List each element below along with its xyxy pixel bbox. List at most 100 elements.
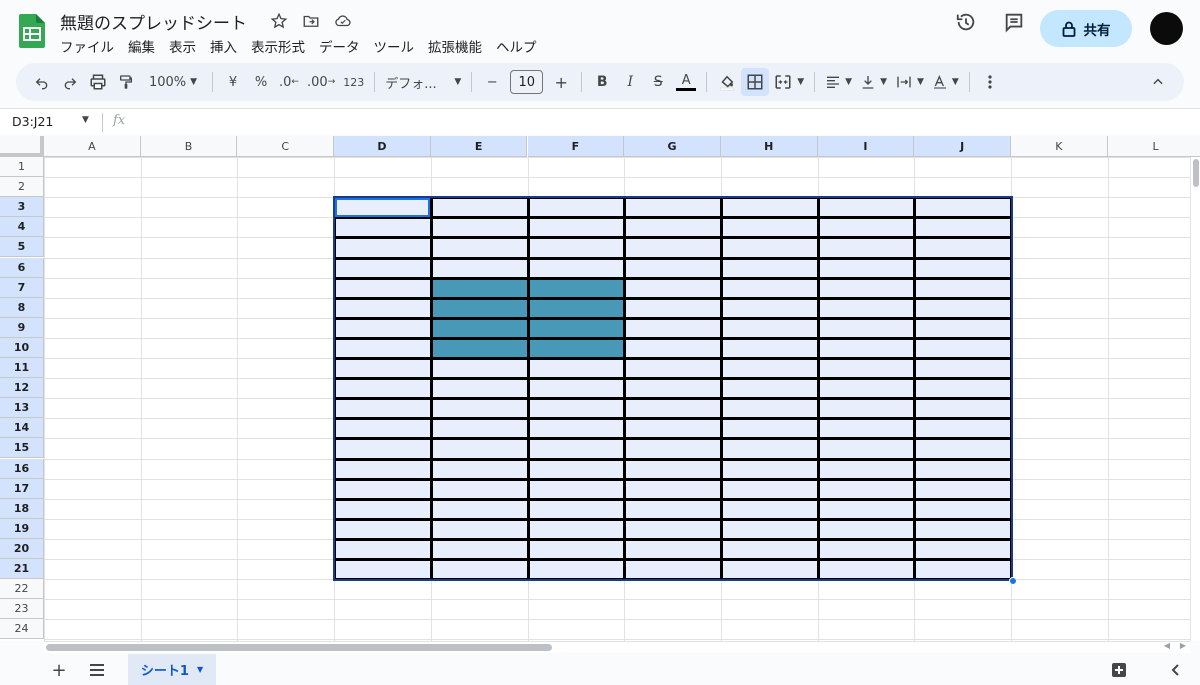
vertical-scrollbar[interactable] <box>1190 157 1200 641</box>
undo-icon[interactable] <box>28 68 56 96</box>
column-header-g[interactable]: G <box>624 136 721 157</box>
sheets-logo-icon[interactable] <box>19 14 45 48</box>
document-title[interactable]: 無題のスプレッドシート <box>60 9 247 34</box>
version-history-icon[interactable] <box>954 10 978 34</box>
row-header[interactable]: 3 <box>0 197 44 218</box>
row-header[interactable]: 17 <box>0 478 44 499</box>
explore-icon[interactable] <box>1108 659 1130 681</box>
column-header-l[interactable]: L <box>1107 136 1200 157</box>
row-header[interactable]: 24 <box>0 619 44 640</box>
sheet-tab-1[interactable]: シート1 ▼ <box>128 654 216 685</box>
column-header-k[interactable]: K <box>1011 136 1108 157</box>
row-header[interactable]: 18 <box>0 498 44 519</box>
increase-font-size-button[interactable]: + <box>547 68 575 96</box>
redo-icon[interactable] <box>56 68 84 96</box>
column-header-c[interactable]: C <box>237 136 335 157</box>
row-header[interactable]: 11 <box>0 358 44 379</box>
row-header[interactable]: 16 <box>0 458 44 479</box>
vertical-scroll-thumb[interactable] <box>1193 159 1199 187</box>
increase-decimal-button[interactable]: .00 → <box>303 68 339 96</box>
comments-icon[interactable] <box>1002 10 1026 34</box>
row-header[interactable]: 8 <box>0 297 44 318</box>
active-cell[interactable] <box>335 198 430 218</box>
row-header[interactable]: 5 <box>0 237 44 258</box>
avatar[interactable] <box>1150 12 1183 45</box>
row-header[interactable]: 14 <box>0 418 44 439</box>
row-header[interactable]: 2 <box>0 177 44 198</box>
share-button[interactable]: 共有 <box>1040 10 1132 47</box>
text-color-button[interactable]: A <box>672 68 700 96</box>
menu-extensions[interactable]: 拡張機能 <box>428 36 482 56</box>
italic-button[interactable]: I <box>616 68 644 96</box>
row-header[interactable]: 15 <box>0 438 44 459</box>
number-format-button[interactable]: 123 <box>339 68 368 96</box>
font-select[interactable]: デフォ... ▼ <box>381 68 465 96</box>
row-header[interactable]: 12 <box>0 378 44 399</box>
chevron-down-icon[interactable]: ▼ <box>197 665 203 674</box>
vertical-align-icon[interactable]: ▼ <box>856 68 891 96</box>
more-options-icon[interactable] <box>976 68 1004 96</box>
row-header[interactable]: 4 <box>0 217 44 238</box>
row-header[interactable]: 13 <box>0 398 44 419</box>
row-header[interactable]: 20 <box>0 538 44 559</box>
fill-color-icon[interactable] <box>713 68 741 96</box>
percent-format-button[interactable]: % <box>247 68 275 96</box>
decrease-decimal-button[interactable]: .0 ← <box>275 68 303 96</box>
row-header[interactable]: 21 <box>0 559 44 580</box>
column-header-a[interactable]: A <box>44 136 141 157</box>
horizontal-align-icon[interactable]: ▼ <box>821 68 856 96</box>
scroll-right-icon[interactable]: ▶ <box>1180 641 1186 650</box>
move-folder-icon[interactable] <box>300 10 322 32</box>
menu-view[interactable]: 表示 <box>169 36 196 56</box>
column-header-b[interactable]: B <box>140 136 238 157</box>
borders-icon[interactable] <box>741 68 770 96</box>
horizontal-scrollbar[interactable]: ◀ ▶ <box>44 641 1190 653</box>
row-header[interactable]: 19 <box>0 518 44 539</box>
font-size-input[interactable]: 10 <box>510 70 544 94</box>
chevron-down-icon[interactable]: ▼ <box>82 115 89 125</box>
row-header[interactable]: 1 <box>0 157 44 178</box>
menu-tools[interactable]: ツール <box>374 36 415 56</box>
cloud-saved-icon[interactable] <box>332 10 354 32</box>
all-sheets-icon[interactable] <box>86 659 108 681</box>
column-header-d[interactable]: D <box>334 136 431 157</box>
column-header-e[interactable]: E <box>430 136 528 157</box>
text-rotation-icon[interactable]: ▼ <box>928 68 963 96</box>
column-header-f[interactable]: F <box>527 136 625 157</box>
menu-data[interactable]: データ <box>319 36 360 56</box>
horizontal-scroll-thumb[interactable] <box>46 644 552 651</box>
select-all-corner[interactable] <box>0 136 44 157</box>
merge-cells-icon[interactable]: ▼ <box>769 68 808 96</box>
fill-handle[interactable] <box>1009 577 1017 586</box>
zoom-select[interactable]: 100% ▼ <box>140 68 206 96</box>
spreadsheet-grid[interactable]: A B C D E F G H I J K L 1 2 3 4 5 6 7 8 9 10 11 12 13 14 15 16 17 18 1… <box>0 136 1200 641</box>
row-header[interactable]: 10 <box>0 337 44 358</box>
strikethrough-button[interactable]: S <box>644 68 672 96</box>
add-sheet-icon[interactable]: + <box>48 659 70 681</box>
side-panel-toggle-icon[interactable] <box>1164 659 1186 681</box>
row-header[interactable]: 9 <box>0 317 44 338</box>
decrease-font-size-button[interactable]: − <box>478 68 506 96</box>
column-header-j[interactable]: J <box>914 136 1011 157</box>
menu-format[interactable]: 表示形式 <box>251 36 305 56</box>
print-icon[interactable] <box>84 68 112 96</box>
row-header[interactable]: 23 <box>0 599 44 620</box>
scroll-left-icon[interactable]: ◀ <box>1164 641 1170 650</box>
menu-file[interactable]: ファイル <box>60 36 114 56</box>
menu-insert[interactable]: 挿入 <box>210 36 237 56</box>
paint-format-icon[interactable] <box>112 68 140 96</box>
menu-help[interactable]: ヘルプ <box>496 36 537 56</box>
text-wrap-icon[interactable]: ▼ <box>891 68 928 96</box>
collapse-menus-icon[interactable] <box>1144 68 1172 96</box>
column-header-h[interactable]: H <box>720 136 818 157</box>
bold-button[interactable]: B <box>588 68 616 96</box>
row-header[interactable]: 6 <box>0 257 44 278</box>
formula-bar: D3:J21 ▼ fx <box>0 108 1200 135</box>
menu-edit[interactable]: 編集 <box>128 36 155 56</box>
row-header[interactable]: 22 <box>0 579 44 600</box>
star-icon[interactable] <box>268 10 290 32</box>
column-header-i[interactable]: I <box>817 136 915 157</box>
name-box[interactable]: D3:J21 <box>12 114 53 129</box>
currency-format-button[interactable]: ¥ <box>219 68 247 96</box>
row-header[interactable]: 7 <box>0 277 44 298</box>
